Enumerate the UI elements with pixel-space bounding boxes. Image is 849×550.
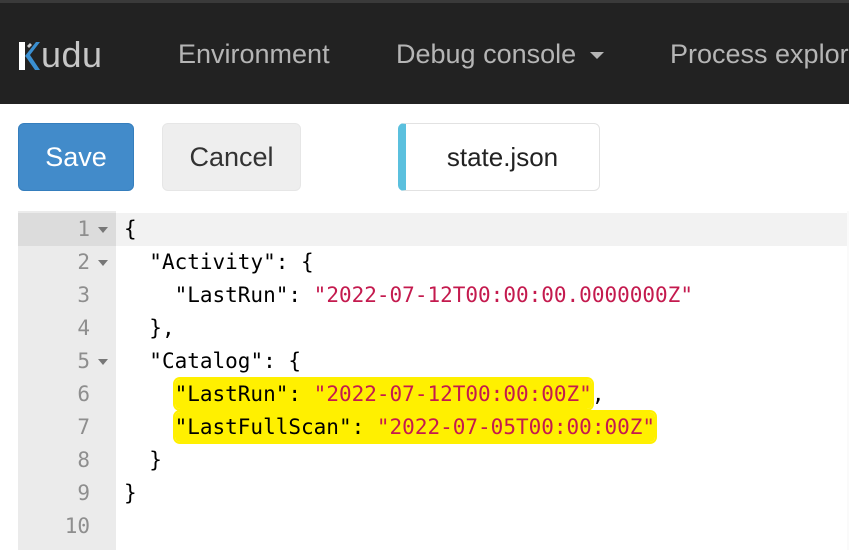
code-line-4: }, [124, 312, 175, 345]
line-number: 10 [64, 514, 90, 538]
save-button[interactable]: Save [18, 123, 134, 191]
highlight-mark: "LastRun": "2022-07-12T00:00:00Z" [174, 379, 592, 409]
fold-arrow-icon[interactable] [98, 359, 108, 365]
code-punct: : { [263, 349, 302, 373]
json-key-lastrun: "LastRun" [174, 382, 289, 406]
code-brace: }, [149, 316, 175, 340]
nav-process-explorer[interactable]: Process explor [670, 39, 849, 70]
code-line-1: { [124, 213, 137, 246]
json-string-value: "2022-07-12T00:00:00.0000000Z" [313, 283, 693, 307]
code-brace: { [124, 217, 137, 241]
code-brace: } [124, 481, 137, 505]
nav-environment[interactable]: Environment [178, 39, 330, 70]
line-number: 5 [77, 349, 90, 373]
nav-debug-console-label: Debug console [396, 39, 577, 69]
active-line-highlight [116, 213, 849, 246]
code-line-9: } [124, 477, 137, 510]
code-punct: : [288, 382, 314, 406]
code-editor[interactable]: 1 2 3 4 5 6 7 8 9 10 { "Activity": { "La… [18, 211, 849, 550]
line-number: 7 [77, 415, 90, 439]
top-navbar: udu Environment Debug console Process ex… [0, 0, 849, 104]
code-brace: } [149, 448, 162, 472]
code-punct: : { [275, 250, 314, 274]
code-punct: : [351, 415, 377, 439]
json-key-lastfullscan: "LastFullScan" [174, 415, 352, 439]
json-string-value: "2022-07-12T00:00:00Z" [313, 382, 592, 406]
kudu-k-logo-icon [18, 37, 40, 73]
nav-environment-label: Environment [178, 39, 330, 69]
fold-arrow-icon[interactable] [98, 227, 108, 233]
code-line-7: "LastFullScan": "2022-07-05T00:00:00Z" [124, 411, 656, 444]
json-key-catalog: "Catalog" [149, 349, 264, 373]
code-punct: : [288, 283, 314, 307]
code-line-5: "Catalog": { [124, 345, 301, 378]
line-number: 9 [77, 481, 90, 505]
file-name-label: state.json [446, 141, 559, 172]
code-line-6: "LastRun": "2022-07-12T00:00:00Z", [124, 378, 604, 411]
line-number: 4 [77, 316, 90, 340]
line-number: 2 [77, 250, 90, 274]
nav-process-explorer-label: Process explor [670, 39, 849, 69]
fold-arrow-icon[interactable] [98, 260, 108, 266]
highlight-mark: "LastFullScan": "2022-07-05T00:00:00Z" [174, 412, 656, 442]
brand-text: udu [41, 34, 103, 75]
caret-down-icon [590, 52, 605, 60]
line-number: 1 [77, 217, 90, 241]
line-number: 6 [77, 382, 90, 406]
line-number: 3 [77, 283, 90, 307]
json-key-lastrun: "LastRun" [174, 283, 289, 307]
cancel-button[interactable]: Cancel [162, 123, 301, 191]
code-punct: , [591, 382, 605, 406]
code-line-2: "Activity": { [124, 246, 314, 279]
code-line-8: } [124, 444, 162, 477]
file-name-tab: state.json [398, 123, 600, 191]
json-string-value: "2022-07-05T00:00:00Z" [376, 415, 656, 439]
line-number: 8 [77, 448, 90, 472]
nav-debug-console-dropdown[interactable]: Debug console [396, 39, 605, 70]
code-line-3: "LastRun": "2022-07-12T00:00:00.0000000Z… [124, 279, 693, 312]
json-key-activity: "Activity" [149, 250, 276, 274]
kudu-brand-link[interactable]: udu [18, 33, 103, 77]
